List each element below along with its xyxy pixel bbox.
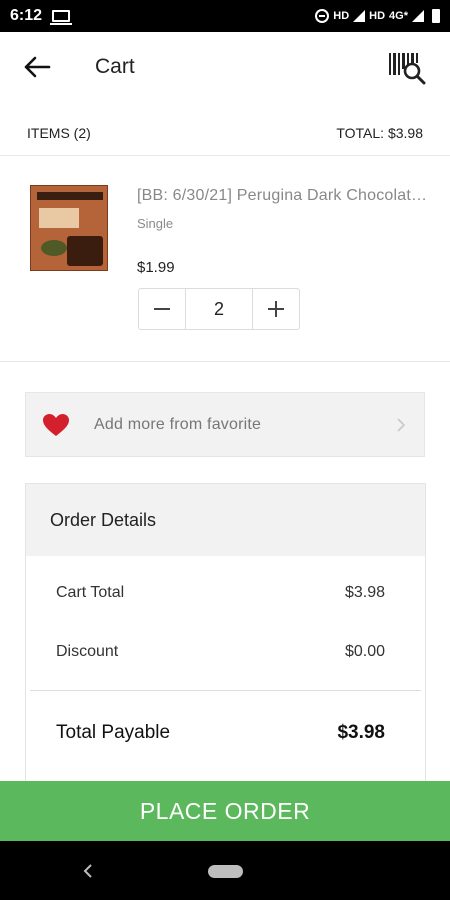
status-time: 6:12 [10, 7, 43, 24]
product-variant: Single [137, 216, 174, 231]
system-nav-bar [0, 841, 450, 900]
chevron-left-icon [83, 864, 92, 878]
chevron-right-icon [397, 417, 406, 432]
screen-cast-icon [50, 10, 73, 25]
decrease-quantity-button[interactable] [139, 289, 185, 329]
plus-icon [268, 301, 284, 317]
hd-label-1: HD [333, 10, 350, 22]
cart-total-value: $3.98 [344, 584, 385, 601]
status-icons: HD HD 4G* [315, 9, 440, 23]
status-bar: 6:12 HD HD 4G* [0, 0, 450, 32]
quantity-value[interactable]: 2 [185, 289, 253, 329]
cart-total-label: Cart Total [56, 584, 125, 601]
cart-total-summary: TOTAL: $3.98 [336, 124, 423, 141]
app-header: Cart [0, 32, 450, 102]
cart-total-row: Cart Total $3.98 [56, 584, 385, 602]
place-order-button[interactable]: PLACE ORDER [0, 781, 450, 841]
order-details-title: Order Details [26, 484, 425, 556]
hd-label-2: HD [369, 10, 386, 22]
minus-icon [154, 308, 170, 310]
discount-value: $0.00 [344, 643, 385, 660]
cart-summary: ITEMS (2) TOTAL: $3.98 [0, 110, 450, 156]
cart-item: [BB: 6/30/21] Perugina Dark Chocolate wi… [0, 157, 450, 362]
discount-label: Discount [56, 643, 119, 660]
add-from-favorite-label: Add more from favorite [94, 415, 262, 433]
discount-row: Discount $0.00 [56, 643, 385, 661]
signal-icon [353, 10, 366, 22]
barcode-search-icon [389, 53, 426, 85]
system-back-button[interactable] [78, 861, 98, 881]
product-image-chocolate [67, 236, 103, 266]
increase-quantity-button[interactable] [253, 289, 299, 329]
total-payable-label: Total Payable [56, 722, 171, 743]
system-home-button[interactable] [208, 865, 243, 878]
signal-icon-2 [412, 10, 424, 22]
quantity-stepper: 2 [138, 288, 300, 330]
product-name[interactable]: [BB: 6/30/21] Perugina Dark Chocolate wi… [137, 187, 432, 205]
product-image-leaf [41, 240, 67, 256]
heart-icon [43, 413, 69, 436]
product-image-label [39, 208, 79, 228]
back-button[interactable] [22, 52, 52, 82]
order-details-card: Order Details Cart Total $3.98 Discount … [25, 483, 426, 783]
product-price: $1.99 [137, 259, 175, 276]
battery-icon [432, 9, 440, 23]
network-4g-label: 4G* [389, 10, 408, 22]
product-image-band [37, 192, 103, 200]
product-image[interactable] [30, 185, 108, 271]
total-payable-value: $3.98 [337, 722, 385, 743]
arrow-left-icon [24, 56, 51, 78]
items-count: ITEMS (2) [27, 124, 91, 141]
total-payable-row: Total Payable $3.98 [56, 722, 385, 744]
barcode-scan-button[interactable] [386, 46, 428, 88]
add-from-favorite-button[interactable]: Add more from favorite [25, 392, 425, 457]
divider [30, 690, 421, 691]
do-not-disturb-icon [315, 9, 330, 23]
page-title: Cart [95, 55, 135, 78]
